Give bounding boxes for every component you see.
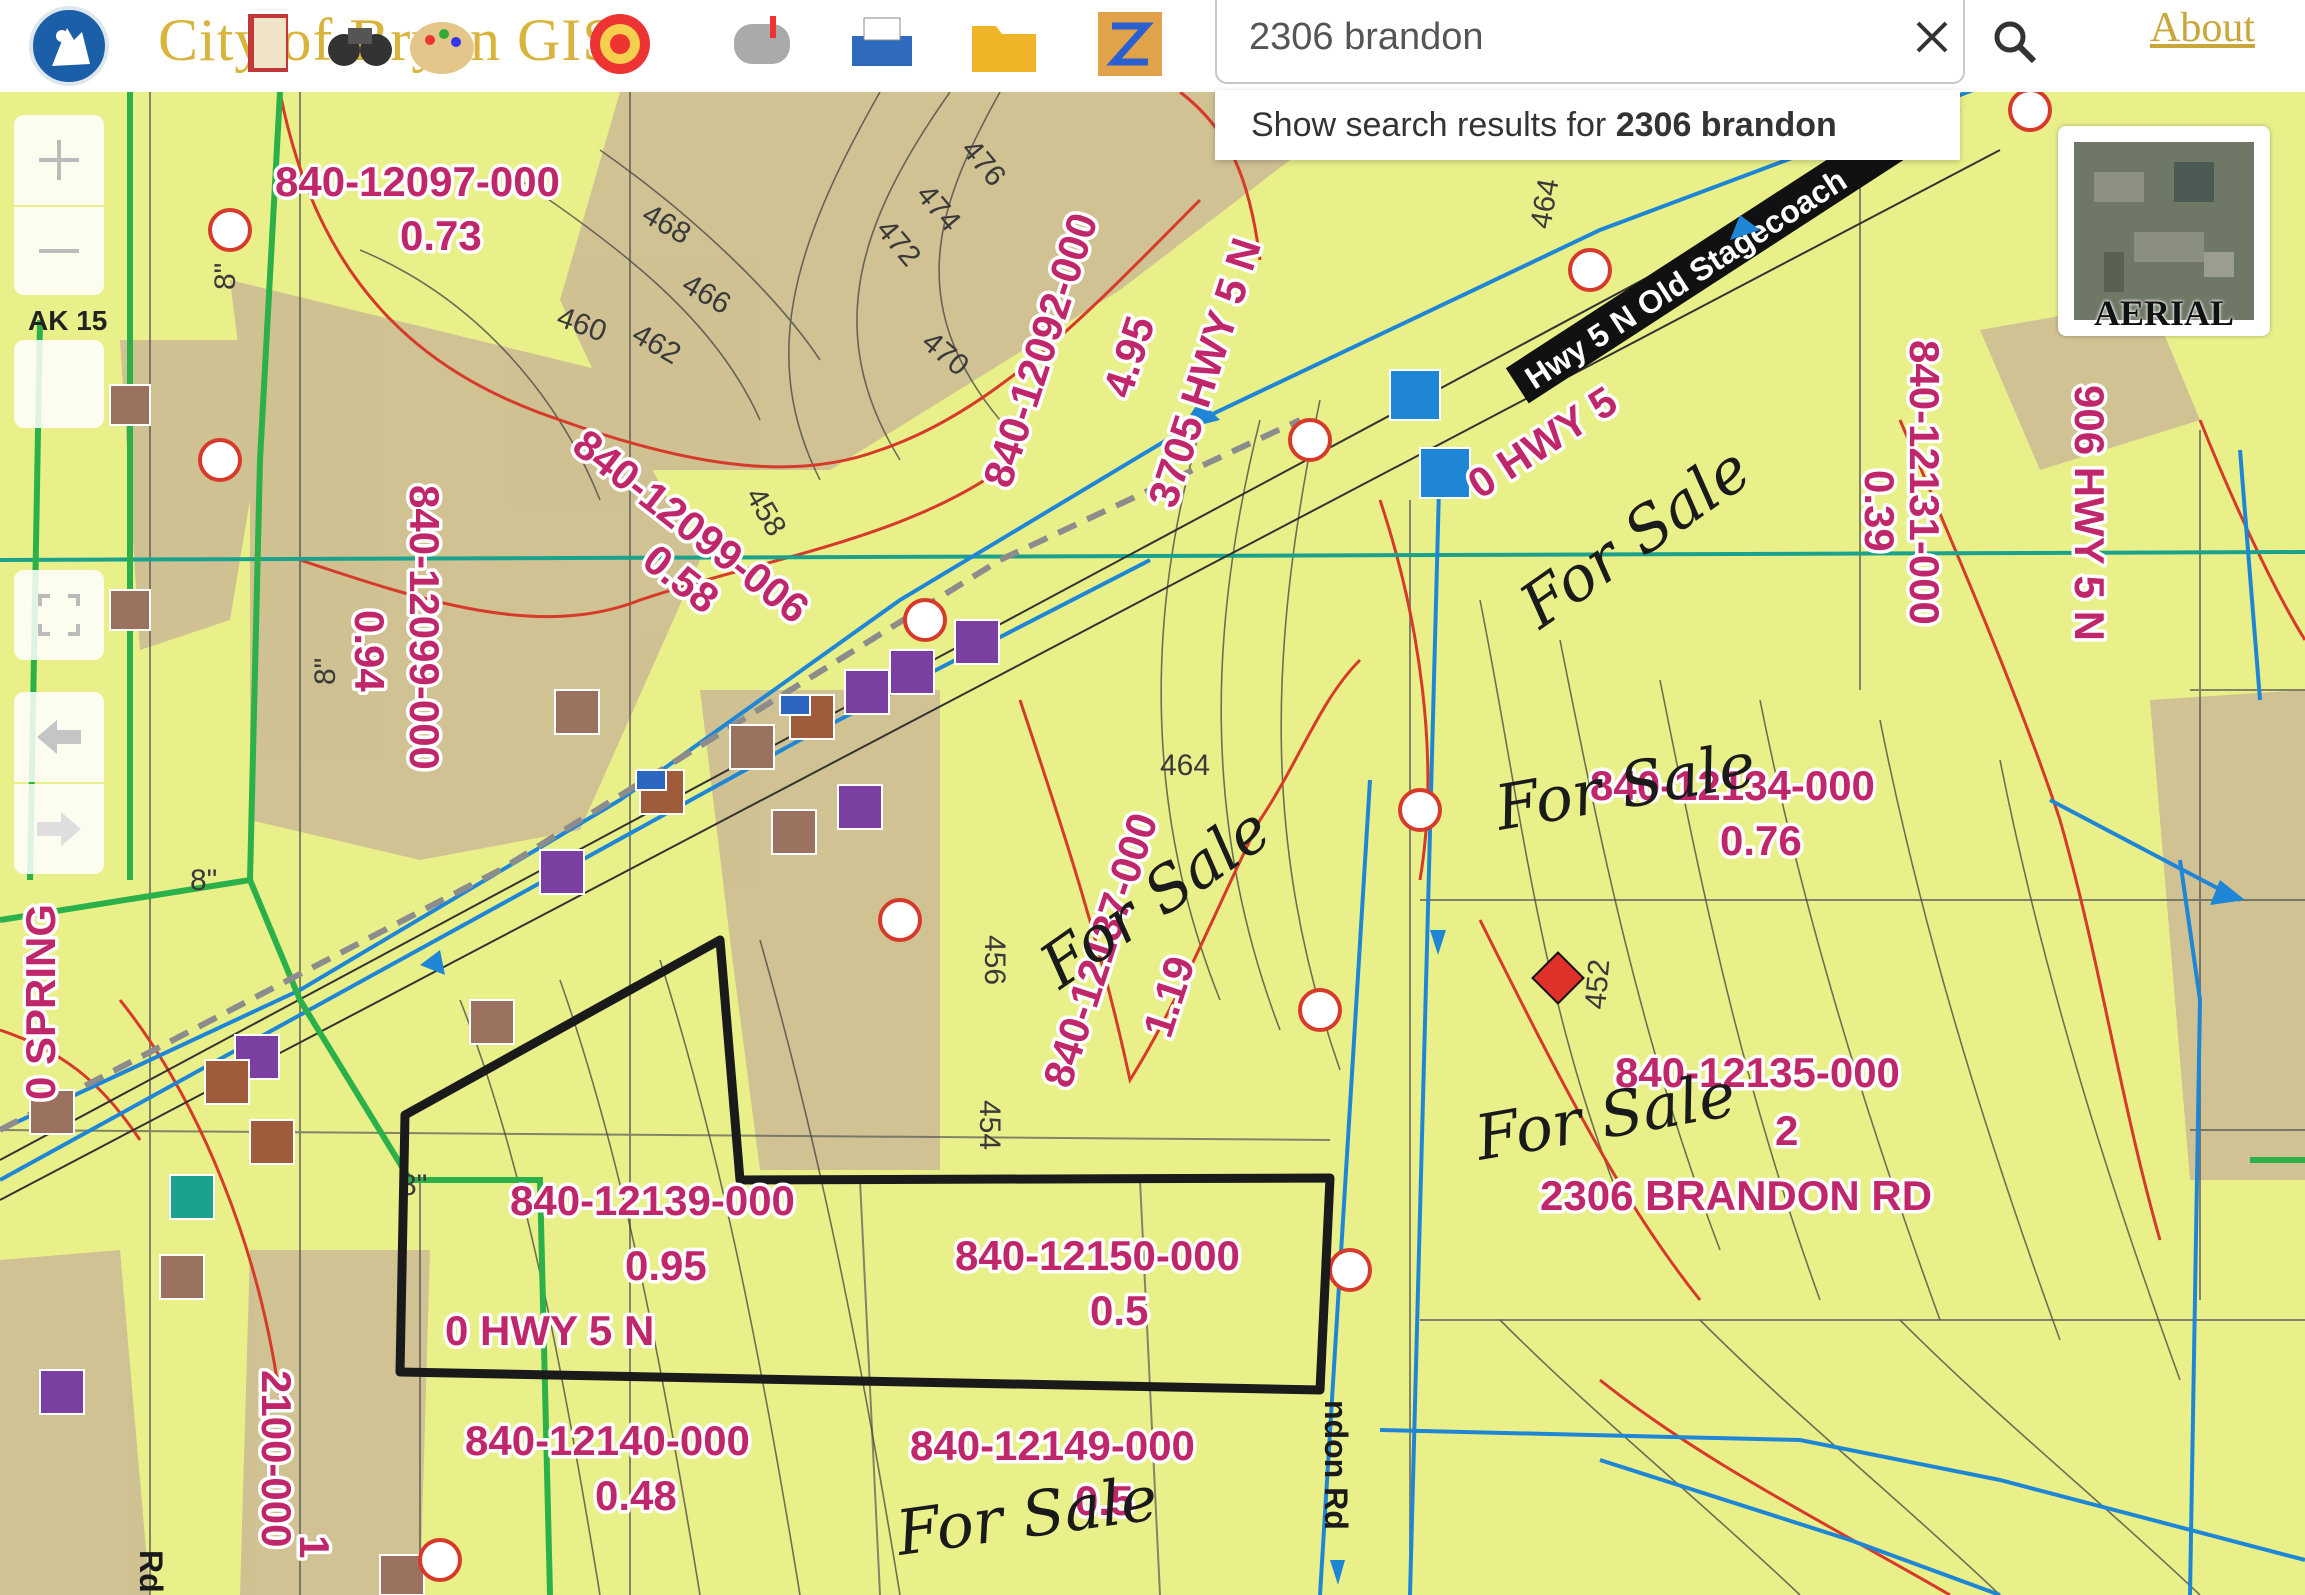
previous-extent-button[interactable]	[14, 692, 104, 782]
parcel-acres-label: 1	[291, 1535, 338, 1558]
contour-label: 452	[1579, 958, 1616, 1011]
street-label-left-bottom: Rd	[133, 1550, 169, 1593]
parcel-id-label: 840-12099-000	[401, 485, 448, 770]
pipe-size-label: 8"	[190, 864, 217, 897]
arrow-left-icon	[37, 720, 81, 754]
parcel-acres-label: 0.95	[625, 1242, 707, 1289]
home-extent-button[interactable]	[14, 340, 104, 428]
suggestion-term: 2306 brandon	[1615, 105, 1837, 144]
book-icon[interactable]	[232, 6, 316, 82]
parcel-acres-label: 2	[1775, 1107, 1798, 1154]
zoom-in-button[interactable]	[14, 115, 104, 205]
aerial-basemap-toggle[interactable]: AERIAL	[2058, 126, 2270, 336]
minus-icon	[39, 249, 79, 253]
search-box	[1215, 0, 1965, 84]
next-extent-button[interactable]	[14, 784, 104, 874]
folder-icon[interactable]	[962, 6, 1046, 82]
contour-label: 456	[978, 935, 1011, 985]
zoning-map-icon[interactable]	[1088, 6, 1172, 82]
plus-icon	[39, 140, 79, 180]
zoom-out-button[interactable]	[14, 207, 104, 295]
printer-icon[interactable]	[840, 6, 924, 82]
arrow-right-icon	[37, 812, 81, 846]
top-toolbar: City of Bryan GIS About	[0, 0, 2305, 92]
parcel-acres-label: 0.48	[595, 1472, 677, 1519]
about-link[interactable]: About	[2150, 4, 2255, 52]
parcel-id-label: 840-12139-000	[510, 1177, 795, 1224]
search-input[interactable]	[1247, 10, 1811, 64]
contour-label-peak: 464	[1160, 749, 1210, 782]
suggestion-prefix: Show search results for	[1251, 105, 1607, 144]
map-grid-tag: AK 15	[28, 305, 108, 336]
street-label-spring: 0 SPRING	[17, 904, 64, 1100]
city-logo-icon[interactable]	[22, 6, 116, 86]
pipe-size-label: 8"	[309, 658, 342, 685]
clear-search-button[interactable]	[1897, 0, 1967, 74]
street-label-brandon: ndon Rd	[1318, 1400, 1354, 1530]
mailbox-icon[interactable]	[720, 6, 804, 82]
parcel-id-label: 840-12131-000	[1901, 340, 1948, 625]
parcel-address-label: 906 HWY 5 N	[2066, 385, 2113, 641]
search-suggestion[interactable]: Show search results for 2306 brandon	[1215, 90, 1960, 160]
search-icon	[1994, 21, 2037, 64]
palette-icon[interactable]	[400, 6, 484, 82]
parcel-acres-label: 0.39	[1856, 470, 1903, 552]
parcel-acres-label: 0.76	[1720, 817, 1802, 864]
close-icon	[1916, 21, 1948, 53]
map-canvas[interactable]: Hwy 5 N Old Stagecoach 476 474 472 470 4…	[0, 0, 2305, 1595]
aerial-label: AERIAL	[2093, 293, 2235, 333]
parcel-address-label: 2306 BRANDON RD	[1540, 1172, 1932, 1219]
parcel-id-label: 2100-000	[253, 1370, 300, 1548]
parcel-acres-label: 0.94	[346, 610, 393, 692]
parcel-id-label: 840-12140-000	[465, 1417, 750, 1464]
parcel-acres-label: 0.5	[1090, 1287, 1148, 1334]
globe-icon[interactable]	[578, 6, 662, 82]
fullscreen-button[interactable]	[14, 570, 104, 660]
parcel-acres-label: 0.73	[400, 212, 482, 259]
pipe-size-label: 8"	[209, 263, 242, 290]
contour-label: 454	[973, 1100, 1006, 1150]
parcel-address-label: 0 HWY 5 N	[445, 1307, 654, 1354]
fullscreen-icon	[38, 594, 80, 636]
search-button[interactable]	[1965, 0, 2065, 84]
parcel-id-label: 840-12097-000	[275, 158, 560, 205]
parcel-id-label: 840-12150-000	[955, 1232, 1240, 1279]
binoculars-icon[interactable]	[318, 6, 402, 82]
parcel-id-label: 840-12149-000	[910, 1422, 1195, 1469]
